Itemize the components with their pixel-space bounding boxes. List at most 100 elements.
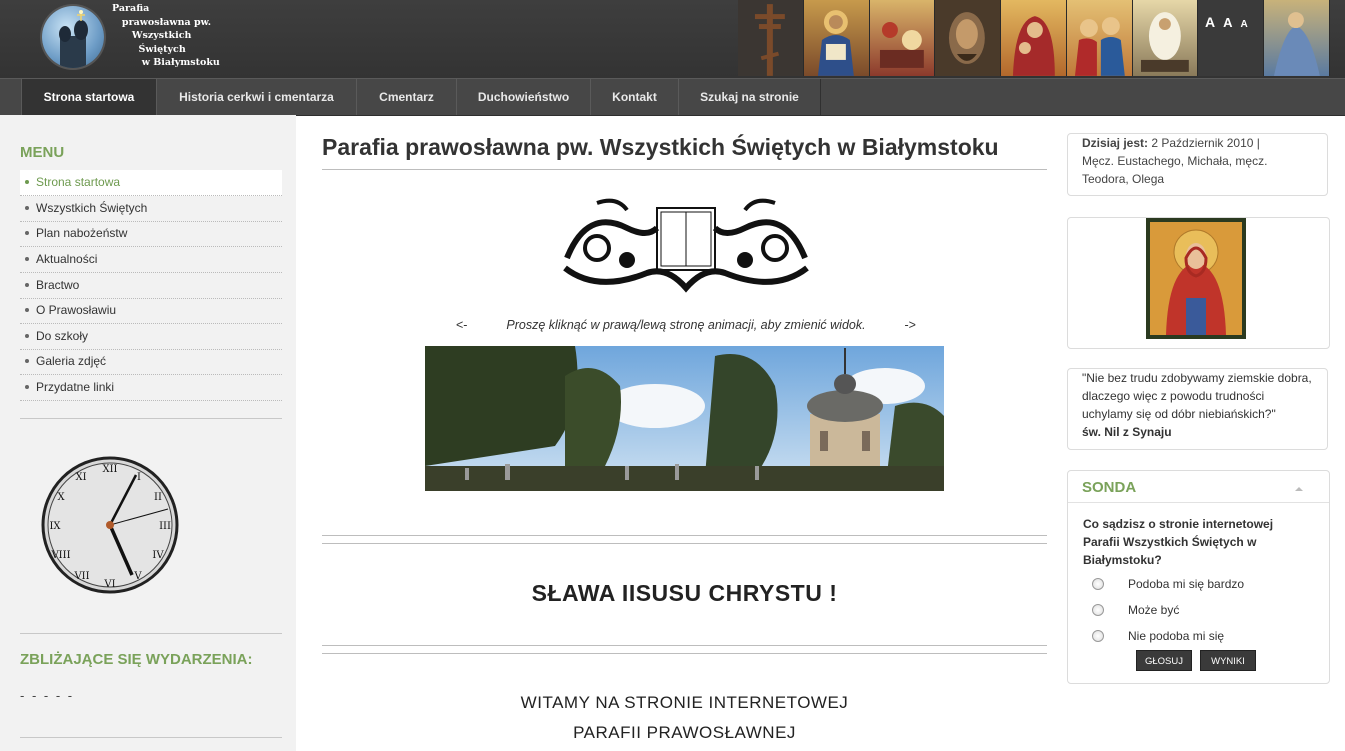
- divider: [20, 418, 282, 419]
- poll-option-label: Podoba mi się bardzo: [1128, 577, 1245, 591]
- divider: [322, 645, 1047, 646]
- animation-hint: <- Proszę kliknąć w prawą/lewą stronę an…: [456, 318, 916, 332]
- resurrection-icon: [1132, 0, 1199, 76]
- font-increase-button[interactable]: A: [1205, 14, 1215, 30]
- font-decrease-button[interactable]: A: [1241, 19, 1248, 30]
- menu-item-news[interactable]: Aktualności: [20, 247, 282, 273]
- date-box: Dzisiaj jest: 2 Październik 2010 | Męcz.…: [1067, 133, 1328, 196]
- results-button[interactable]: WYNIKI: [1200, 650, 1256, 671]
- svg-text:VII: VII: [73, 571, 89, 582]
- nav-item-contact[interactable]: Kontakt: [590, 79, 679, 115]
- ornament-icon: [557, 198, 815, 303]
- bullet-icon: [25, 384, 29, 389]
- menu-item-all-saints[interactable]: Wszystkich Świętych: [20, 196, 282, 222]
- radio-button[interactable]: [1092, 578, 1104, 590]
- slogan-heading: SŁAWA IISUSU CHRYSTU !: [531, 580, 838, 606]
- menu-item-label: Aktualności: [36, 252, 98, 266]
- menu-item-home[interactable]: Strona startowa: [20, 170, 282, 196]
- svg-text:XII: XII: [102, 464, 117, 475]
- poll-option-label: Może być: [1128, 603, 1180, 617]
- nav-item-clergy[interactable]: Duchowieństwo: [456, 79, 591, 115]
- page-title: Parafia prawosławna pw. Wszystkich Święt…: [322, 134, 999, 160]
- angel-icon: [1264, 0, 1331, 76]
- icon-strip: [738, 0, 1331, 76]
- saint-icon-image[interactable]: [1146, 218, 1246, 339]
- welcome-line-1: WITAMY NA STRONIE INTERNETOWEJ: [520, 693, 849, 712]
- bullet-icon: [25, 282, 29, 287]
- divider: [322, 653, 1047, 654]
- menu-heading: MENU: [20, 144, 65, 161]
- divider: [1068, 502, 1329, 503]
- menu-item-school[interactable]: Do szkoły: [20, 324, 282, 350]
- date-label: Dzisiaj jest:: [1082, 136, 1149, 150]
- menu-item-label: Galeria zdjęć: [36, 354, 107, 368]
- divider: [322, 543, 1047, 544]
- menu-item-label: Wszystkich Świętych: [36, 201, 148, 215]
- events-placeholder: - - - - -: [20, 688, 75, 703]
- saints-icon: [1198, 0, 1265, 76]
- prev-arrow[interactable]: <-: [456, 318, 467, 332]
- divider: [20, 737, 282, 738]
- menu-item-orthodoxy[interactable]: O Prawosławiu: [20, 298, 282, 324]
- main-nav: Strona startowa Historia cerkwi i cmenta…: [0, 78, 1345, 116]
- font-reset-button[interactable]: A: [1223, 15, 1232, 30]
- poll-option-label: Nie podoba mi się: [1128, 629, 1225, 643]
- svg-text:VI: VI: [103, 579, 115, 590]
- bullet-icon: [25, 230, 29, 235]
- svg-text:III: III: [159, 521, 171, 532]
- bullet-icon: [25, 333, 29, 338]
- theotokos-icon: [1001, 0, 1067, 76]
- svg-text:X: X: [57, 492, 65, 503]
- nav-item-search[interactable]: Szukaj na stronie: [678, 79, 821, 115]
- site-logo-text[interactable]: Parafia prawosławna pw. Wszystkich Święt…: [112, 2, 222, 70]
- nav-item-history[interactable]: Historia cerkwi i cmentarza: [156, 79, 357, 115]
- poll-option-3[interactable]: Nie podoba mi się: [1092, 629, 1224, 643]
- clock-icon: XII I II III IV V VI VII VIII IX X XI: [40, 455, 180, 595]
- nav-item-home[interactable]: Strona startowa: [21, 79, 157, 115]
- menu-item-label: Przydatne linki: [36, 380, 115, 394]
- poll-option-2[interactable]: Może być: [1092, 603, 1179, 617]
- quote-box: "Nie bez trudu zdobywamy ziemskie dobra,…: [1067, 368, 1328, 450]
- svg-text:VIII: VIII: [50, 550, 70, 561]
- collapse-icon[interactable]: [1295, 487, 1303, 491]
- bullet-icon: [25, 307, 29, 312]
- radio-button[interactable]: [1092, 604, 1104, 616]
- date-value: 2 Październik 2010 |: [1148, 136, 1260, 150]
- church-panorama-image[interactable]: [425, 346, 944, 491]
- menu-item-brotherhood[interactable]: Bractwo: [20, 273, 282, 299]
- svg-text:II: II: [154, 492, 162, 503]
- poll-option-1[interactable]: Podoba mi się bardzo: [1092, 577, 1244, 591]
- poll-box: SONDA Co sądzisz o stronie internetowej …: [1067, 470, 1330, 684]
- events-heading: ZBLIŻAJĄCE SIĘ WYDARZENIA:: [20, 651, 253, 668]
- menu-item-services[interactable]: Plan nabożeństw: [20, 221, 282, 247]
- church-logo-icon[interactable]: [42, 6, 104, 68]
- menu-item-links[interactable]: Przydatne linki: [20, 375, 282, 401]
- svg-text:IX: IX: [49, 521, 61, 532]
- next-arrow[interactable]: ->: [905, 318, 916, 332]
- nav-item-cemetery[interactable]: Cmentarz: [356, 79, 457, 115]
- quote-text: "Nie bez trudu zdobywamy ziemskie dobra,…: [1082, 371, 1312, 421]
- saints-of-day: Męcz. Eustachego, Michała, męcz. Teodora…: [1082, 154, 1268, 186]
- site-header: Parafia prawosławna pw. Wszystkich Święt…: [0, 0, 1345, 78]
- cross-icon: [738, 0, 804, 76]
- menu-item-label: Plan nabożeństw: [36, 226, 128, 240]
- menu-item-label: Bractwo: [36, 278, 80, 292]
- saint-icon-box: [1067, 217, 1330, 349]
- svg-text:IV: IV: [152, 550, 164, 561]
- bullet-icon: [25, 256, 29, 261]
- divider: [20, 633, 282, 634]
- svg-text:XI: XI: [75, 472, 86, 483]
- radio-button[interactable]: [1092, 630, 1104, 642]
- svg-text:V: V: [133, 571, 142, 582]
- bullet-icon: [25, 205, 29, 210]
- font-size-controls: A A A: [1205, 14, 1248, 30]
- menu-item-gallery[interactable]: Galeria zdjęć: [20, 349, 282, 375]
- vote-button[interactable]: GŁOSUJ: [1136, 650, 1192, 671]
- poll-question: Co sądzisz o stronie internetowej Parafi…: [1083, 517, 1274, 567]
- welcome-line-2: PARAFII PRAWOSŁAWNEJ: [573, 723, 796, 742]
- poll-title: SONDA: [1082, 479, 1137, 496]
- mandylion-icon: [935, 0, 1002, 76]
- bullet-icon: [25, 179, 29, 184]
- menu-item-label: O Prawosławiu: [36, 303, 117, 317]
- holy-family-icon: [1066, 0, 1133, 76]
